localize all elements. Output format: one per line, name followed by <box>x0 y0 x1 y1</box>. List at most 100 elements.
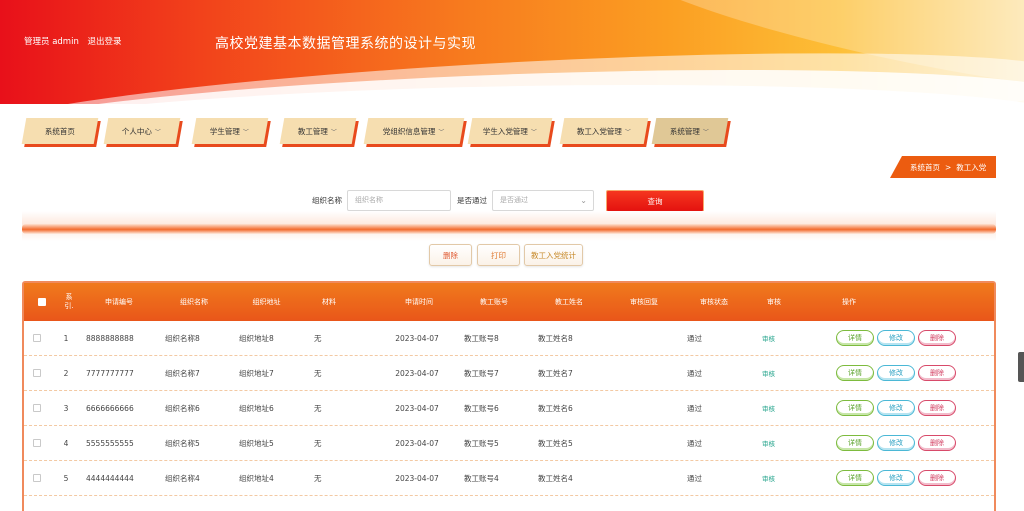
staff-name: 教工姓名7 <box>538 368 573 378</box>
pass-select[interactable]: 是否通过 ⌄ <box>492 190 594 211</box>
staff-account: 教工账号7 <box>464 368 499 378</box>
pass-select-placeholder: 是否通过 <box>500 196 528 204</box>
staff-account: 教工账号6 <box>464 403 499 413</box>
row-checkbox[interactable] <box>33 369 41 377</box>
site-title: 高校党建基本数据管理系统的设计与实现 <box>215 36 476 52</box>
edit-button[interactable]: 修改 <box>877 435 915 451</box>
org-addr: 组织地址5 <box>239 438 274 448</box>
nav-label: 教工管理 <box>298 126 329 136</box>
col-header-index[interactable]: 系 引. <box>54 283 84 321</box>
delete-row-button[interactable]: 删除 <box>918 470 956 486</box>
audit-status: 通过 <box>687 473 702 483</box>
audit-link[interactable]: 审核 <box>762 426 792 460</box>
nav-item-system-mgmt[interactable]: 系统管理 ﹀ <box>651 118 729 144</box>
detail-button[interactable]: 详情 <box>836 400 874 416</box>
breadcrumb-separator: > <box>945 162 952 172</box>
row-index: 3 <box>63 403 69 413</box>
col-header-code: 申请编号 <box>105 297 133 306</box>
print-button[interactable]: 打印 <box>477 244 520 266</box>
audit-link[interactable]: 审核 <box>762 461 792 495</box>
org-name: 组织名称4 <box>165 473 200 483</box>
nav-label: 教工入党管理 <box>576 126 622 136</box>
breadcrumb-home[interactable]: 系统首页 <box>910 162 940 173</box>
delete-row-button[interactable]: 删除 <box>918 435 956 451</box>
org-name-input[interactable]: 组织名称 <box>347 190 451 211</box>
search-button[interactable]: 查询 <box>606 190 704 212</box>
table-header: 系 引. 申请编号 组织名称 组织地址 材料 申请时间 教工账号 教工姓名 审核… <box>24 283 994 321</box>
scrollbar-handle[interactable] <box>1018 352 1024 382</box>
detail-button[interactable]: 详情 <box>836 330 874 346</box>
search-bar: 组织名称 组织名称 是否通过 是否通过 ⌄ 查询 <box>0 190 1024 212</box>
table-row: 2 7777777777 组织名称7 组织地址7 无 2023-04-07 教工账号7 教工姓… <box>24 356 994 391</box>
nav-label: 个人中心 <box>122 126 153 136</box>
staff-account: 教工账号4 <box>464 473 499 483</box>
pass-label: 是否通过 <box>457 196 487 205</box>
row-checkbox[interactable] <box>33 404 41 412</box>
delete-row-button[interactable]: 删除 <box>918 400 956 416</box>
apply-code: 7777777777 <box>86 368 134 378</box>
table-row: 5 4444444444 组织名称4 组织地址4 无 2023-04-07 教工账号4 教工姓… <box>24 461 994 496</box>
divider-bar <box>22 224 996 234</box>
logout-link[interactable]: 退出登录 <box>88 37 122 47</box>
apply-code: 6666666666 <box>86 403 134 413</box>
chevron-down-icon: ⌄ <box>580 196 587 205</box>
nav-item-staff-mgmt[interactable]: 教工管理 ﹀ <box>279 118 357 144</box>
staff-name: 教工姓名8 <box>538 333 573 343</box>
audit-reply <box>616 391 676 425</box>
nav-item-party-org[interactable]: 党组织信息管理 ﹀ <box>363 118 465 144</box>
col-header-status: 审核状态 <box>700 297 728 306</box>
user-info: 管理员 admin 退出登录 <box>24 35 128 47</box>
org-name: 组织名称5 <box>165 438 200 448</box>
audit-link[interactable]: 审核 <box>762 356 792 390</box>
col-header-material: 材料 <box>322 297 336 306</box>
audit-status: 通过 <box>687 333 702 343</box>
detail-button[interactable]: 详情 <box>836 365 874 381</box>
audit-link[interactable]: 审核 <box>762 321 792 355</box>
detail-button[interactable]: 详情 <box>836 470 874 486</box>
col-header-ops: 操作 <box>842 297 856 306</box>
org-name: 组织名称7 <box>165 368 200 378</box>
apply-time: 2023-04-07 <box>395 333 439 343</box>
row-checkbox[interactable] <box>33 439 41 447</box>
col-header-index-l1: 系 <box>65 293 73 301</box>
col-header-audit: 审核 <box>767 297 781 306</box>
edit-button[interactable]: 修改 <box>877 470 915 486</box>
audit-status: 通过 <box>687 368 702 378</box>
material: 无 <box>314 368 322 378</box>
nav-item-student-mgmt[interactable]: 学生管理 ﹀ <box>191 118 269 144</box>
row-checkbox[interactable] <box>33 474 41 482</box>
row-checkbox-cell <box>30 461 44 495</box>
staff-account: 教工账号5 <box>464 438 499 448</box>
material: 无 <box>314 403 322 413</box>
detail-button[interactable]: 详情 <box>836 435 874 451</box>
row-checkbox[interactable] <box>33 334 41 342</box>
select-all-cell <box>30 283 54 321</box>
row-index: 5 <box>63 473 69 483</box>
staff-name: 教工姓名4 <box>538 473 573 483</box>
row-checkbox-cell <box>30 426 44 460</box>
edit-button[interactable]: 修改 <box>877 365 915 381</box>
stats-button[interactable]: 教工入党统计 <box>524 244 583 266</box>
audit-reply <box>616 321 676 355</box>
org-addr: 组织地址7 <box>239 368 274 378</box>
delete-row-button[interactable]: 删除 <box>918 365 956 381</box>
nav-item-staff-join[interactable]: 教工入党管理 ﹀ <box>559 118 649 144</box>
audit-link[interactable]: 审核 <box>762 391 792 425</box>
delete-row-button[interactable]: 删除 <box>918 330 956 346</box>
apply-time: 2023-04-07 <box>395 368 439 378</box>
nav-item-home[interactable]: 系统首页 <box>21 118 99 144</box>
nav-label: 学生管理 <box>210 126 241 136</box>
delete-button[interactable]: 删除 <box>429 244 472 266</box>
org-name: 组织名称8 <box>165 333 200 343</box>
chevron-down-icon: ﹀ <box>438 128 445 136</box>
nav-item-student-join[interactable]: 学生入党管理 ﹀ <box>467 118 553 144</box>
nav-item-personal-center[interactable]: 个人中心 ﹀ <box>103 118 181 144</box>
audit-reply <box>616 356 676 390</box>
edit-button[interactable]: 修改 <box>877 400 915 416</box>
material: 无 <box>314 333 322 343</box>
chevron-down-icon: ﹀ <box>530 128 537 136</box>
select-all-checkbox[interactable] <box>38 298 46 306</box>
org-addr: 组织地址4 <box>239 473 274 483</box>
chevron-down-icon: ﹀ <box>624 128 631 136</box>
edit-button[interactable]: 修改 <box>877 330 915 346</box>
